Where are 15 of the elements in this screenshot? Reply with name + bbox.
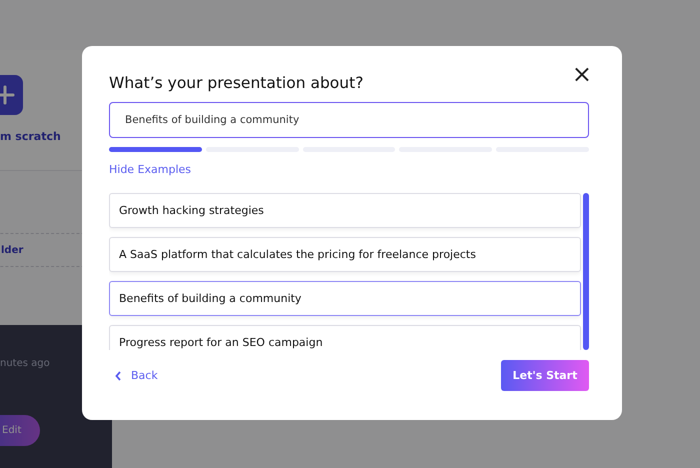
hide-examples-link[interactable]: Hide Examples <box>109 163 192 176</box>
example-item[interactable]: Growth hacking strategies <box>109 193 581 228</box>
card-label: m scratch <box>0 130 61 143</box>
scrollbar[interactable] <box>583 193 589 350</box>
topic-input[interactable]: Benefits of building a community <box>109 102 589 138</box>
example-item[interactable]: Benefits of building a community <box>109 281 581 316</box>
close-button[interactable]: × <box>572 64 592 84</box>
plus-icon <box>0 85 15 105</box>
dialog-title: What’s your presentation about? <box>109 73 364 94</box>
example-item[interactable]: A SaaS platform that calculates the pricing for freelance projects <box>109 237 581 272</box>
chevron-left-icon <box>115 370 122 380</box>
example-item[interactable]: Progress report for an SEO campaign <box>109 325 581 350</box>
start-button[interactable]: Let's Start <box>501 360 589 391</box>
back-button[interactable]: Back <box>109 369 158 382</box>
time-label: nutes ago <box>0 358 50 369</box>
